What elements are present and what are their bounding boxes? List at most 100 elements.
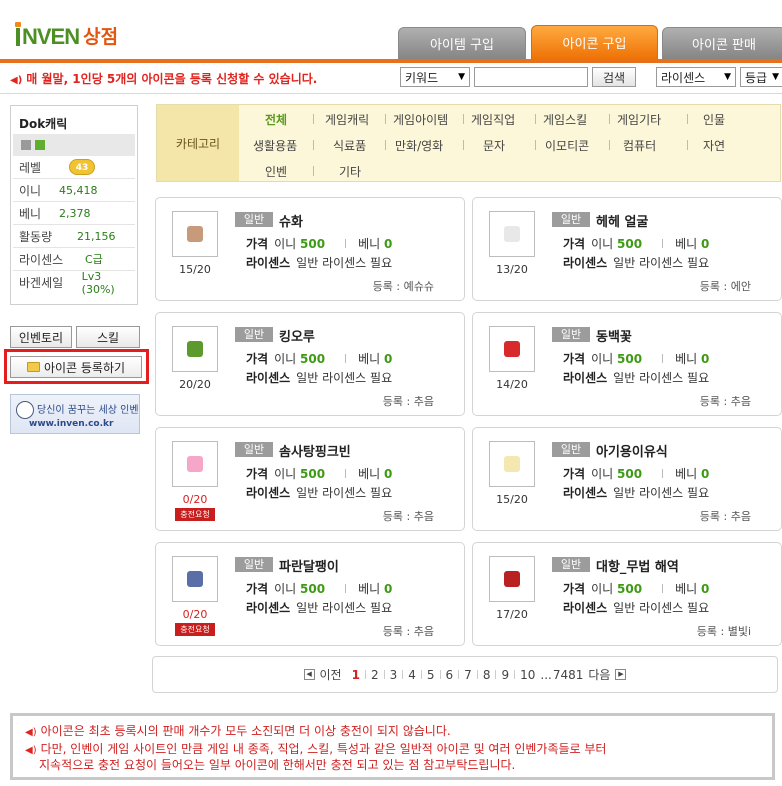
license-need: 일반 라이센스 필요 [296,256,393,270]
icon-title[interactable]: 슈화 [279,211,303,230]
category-item[interactable]: 게임아이템 [393,111,448,128]
price-label: 가격 [246,237,269,251]
category-item[interactable]: 식료품 [333,137,366,154]
pagination: ◀ 이전 1 2 3 4 5 6 7 8 9 10 ... 7481 다음 ▶ [152,656,778,693]
icon-shop-page: NVEN 상점 아이템 구입 아이콘 구입 아이콘 판매 ◀) 매 월말, 1인당… [0,0,782,786]
chevron-down-icon: ▼ [458,72,465,82]
charge-request-button[interactable]: 충전요청 [175,508,215,521]
category-all[interactable]: 전체 [265,111,287,128]
inventory-button[interactable]: 인벤토리 [10,326,72,348]
page-link[interactable]: 2 [371,668,379,682]
icon-card[interactable]: 0/20 충전요청 일반 파란달팽이 가격 이니 500 베니 0 라이센스 일반 라이센스 필… [155,542,465,646]
price-label: 가격 [563,352,586,366]
category-item[interactable]: 자연 [703,137,725,154]
icon-title[interactable]: 동백꽃 [596,326,632,345]
register-icon-button[interactable]: 아이콘 등록하기 [10,356,142,378]
icon-title[interactable]: 헤헤 얼굴 [596,211,648,230]
tab-item-buy[interactable]: 아이템 구입 [398,27,526,59]
category-item[interactable]: 문자 [483,137,505,154]
search-button[interactable]: 검색 [592,67,636,87]
icon-title[interactable]: 솜사탕핑크빈 [279,441,351,460]
icon-title[interactable]: 아기용이유식 [596,441,668,460]
icon-thumbnail[interactable] [172,211,218,257]
notice-bar: ◀) 매 월말, 1인당 5개의 아이콘을 등록 신청할 수 있습니다. [10,70,317,87]
charge-request-button[interactable]: 충전요청 [175,623,215,636]
inni-label: 이니 [274,582,297,596]
stat-key: 활동량 [19,229,53,244]
inven-logo[interactable]: NVEN 상점 [15,22,118,48]
category-item[interactable]: 기타 [339,163,361,180]
folder-icon [26,362,40,372]
banner-slogan: 당신이 꿈꾸는 세상 인벤 [37,405,139,416]
tab-icon-buy[interactable]: 아이콘 구입 [531,25,658,59]
keyword-select[interactable]: 키워드 ▼ [400,67,470,87]
page-link[interactable]: 9 [501,668,509,682]
benni-value: 0 [384,237,393,251]
icon-card[interactable]: 14/20 일반 동백꽃 가격 이니 500 베니 0 라이센스 일반 라이센스 필요 등록 :… [472,312,782,416]
search-input[interactable] [474,67,588,87]
category-item[interactable]: 만화/영화 [395,137,443,154]
grade-badge: 일반 [552,327,590,342]
license-row: 라이센스 일반 라이센스 필요 [246,254,392,271]
tab-icon-sell[interactable]: 아이콘 판매 [662,27,782,59]
prev-page-link[interactable]: 이전 [320,666,342,683]
icon-card[interactable]: 0/20 충전요청 일반 솜사탕핑크빈 가격 이니 500 베니 0 라이센스 일반 라이센스 … [155,427,465,531]
icon-thumbnail[interactable] [489,326,535,372]
skill-button[interactable]: 스킬 [76,326,140,348]
category-item[interactable]: 컴퓨터 [623,137,656,154]
icon-thumbnail[interactable] [489,211,535,257]
price-separator [662,354,664,363]
category-item[interactable]: 게임스킬 [543,111,587,128]
icon-thumbnail[interactable] [489,556,535,602]
inni-value: 500 [300,352,326,366]
benni-value: 0 [701,582,710,596]
profile-panel: Dok캐릭 레벨 43 이니 45,418 베니 2,378 활동량 21,15… [10,105,138,305]
category-item[interactable]: 게임캐릭 [325,111,369,128]
license-label: 라이센스 [246,256,291,270]
page-link[interactable]: 4 [408,668,416,682]
icon-title[interactable]: 파란달팽이 [279,556,339,575]
level-badge: 43 [69,159,95,175]
category-item[interactable]: 게임기타 [617,111,661,128]
icon-thumbnail[interactable] [489,441,535,487]
speaker-icon: ◀) [25,745,37,756]
next-arrow-icon[interactable]: ▶ [615,669,627,680]
page-link[interactable]: 6 [446,668,454,682]
page-link[interactable]: 3 [390,668,398,682]
category-separator [313,114,314,124]
category-item[interactable]: 인벤 [265,163,287,180]
page-link[interactable]: 7 [464,668,472,682]
icon-thumbnail[interactable] [172,441,218,487]
next-page-link[interactable]: 다음 [588,666,610,683]
icon-card[interactable]: 20/20 일반 킹오루 가격 이니 500 베니 0 라이센스 일반 라이센스 필요 등록 :… [155,312,465,416]
icon-card[interactable]: 17/20 일반 대항_무법 해역 가격 이니 500 베니 0 라이센스 일반 라이센스 필… [472,542,782,646]
page-link[interactable]: 10 [520,668,535,682]
icon-card[interactable]: 15/20 일반 슈화 가격 이니 500 베니 0 라이센스 일반 라이센스 필요 등록 : … [155,197,465,301]
grade-select[interactable]: 등급 ▼ [740,67,782,87]
inni-value: 500 [617,237,643,251]
page-link[interactable]: 1 [352,668,360,682]
registrant: 등록 : 추음 [699,510,751,523]
inni-value: 500 [300,237,326,251]
icon-thumbnail[interactable] [172,326,218,372]
icon-title[interactable]: 킹오루 [279,326,315,345]
price-separator [345,354,347,363]
category-item[interactable]: 이모티콘 [545,137,589,154]
category-item[interactable]: 게임직업 [471,111,515,128]
inni-label: 이니 [591,467,614,481]
page-link[interactable]: 8 [483,668,491,682]
icon-card[interactable]: 13/20 일반 헤헤 얼굴 가격 이니 500 베니 0 라이센스 일반 라이센스 필요 등록… [472,197,782,301]
category-item[interactable]: 생활용품 [253,137,297,154]
icon-thumbnail[interactable] [172,556,218,602]
last-page-link[interactable]: 7481 [553,668,584,682]
icon-title[interactable]: 대항_무법 해역 [596,556,679,575]
prev-arrow-icon[interactable]: ◀ [303,669,315,680]
chevron-down-icon: ▼ [724,72,731,82]
icon-card[interactable]: 15/20 일반 아기용이유식 가격 이니 500 베니 0 라이센스 일반 라이센스 필요 등… [472,427,782,531]
page-link[interactable]: 5 [427,668,435,682]
license-row: 라이센스 일반 라이센스 필요 [563,484,709,501]
license-row: 라이센스 일반 라이센스 필요 [563,369,709,386]
license-select[interactable]: 라이센스 ▼ [656,67,736,87]
category-item[interactable]: 인물 [703,111,725,128]
inven-banner[interactable]: 당신이 꿈꾸는 세상 인벤 www.inven.co.kr [10,394,140,434]
